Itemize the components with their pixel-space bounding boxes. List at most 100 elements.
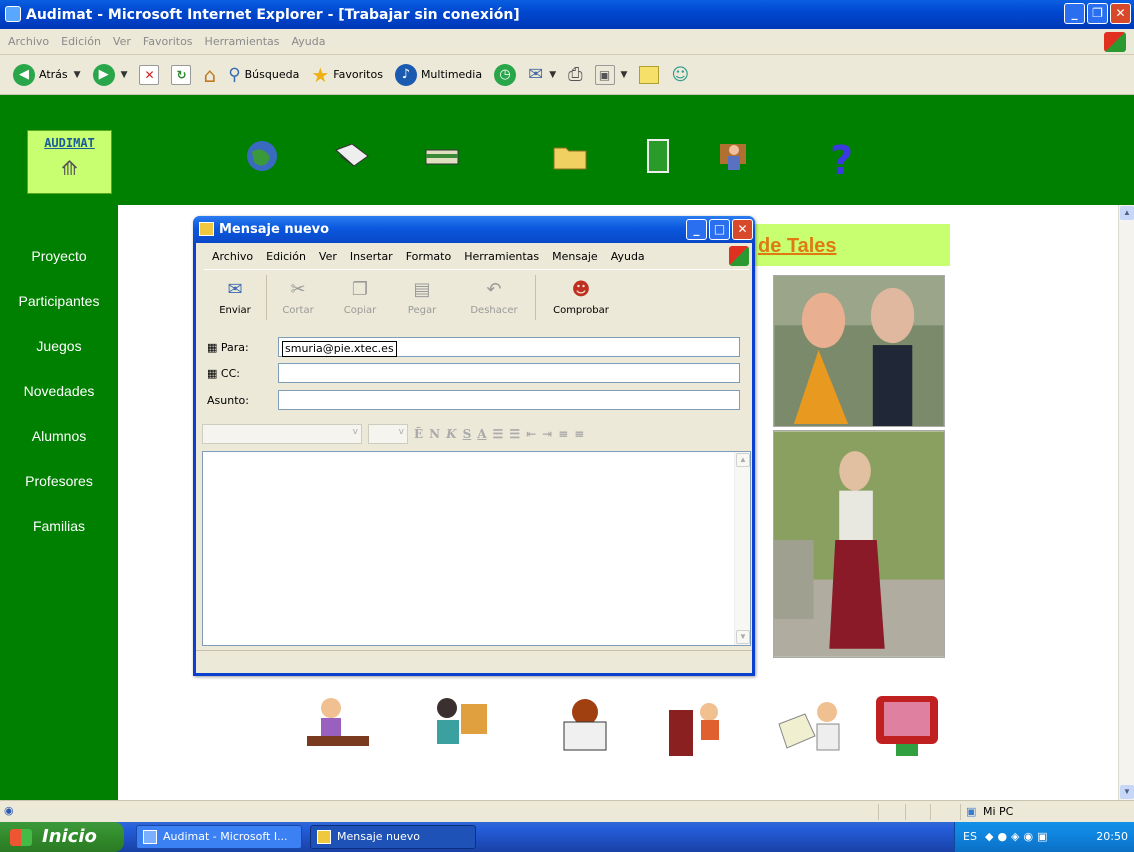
search-button[interactable]: ⚲ Búsqueda	[225, 60, 302, 90]
ie-menu-herramientas[interactable]: Herramientas	[205, 35, 280, 48]
check-names-button[interactable]: ☻ Comprobar	[536, 270, 626, 325]
ie-title-bar[interactable]: Audimat - Microsoft Internet Explorer - …	[0, 0, 1134, 29]
msg-menu-ver[interactable]: Ver	[319, 250, 337, 263]
book-icon[interactable]	[332, 136, 372, 176]
folder-icon[interactable]	[550, 136, 590, 176]
paragraph-style-icon[interactable]: Ē	[414, 427, 423, 441]
language-indicator[interactable]: ES	[963, 822, 977, 852]
tv-teacher-icon[interactable]	[872, 690, 942, 760]
message-body-scrollbar[interactable]: ▲ ▼	[734, 452, 750, 645]
ie-menu-ver[interactable]: Ver	[113, 35, 131, 48]
task-audimat[interactable]: Audimat - Microsoft I...	[136, 825, 302, 849]
media-button[interactable]: ♪ Multimedia	[392, 60, 485, 90]
laptop-kid-icon[interactable]	[550, 690, 620, 760]
nav-familias[interactable]: Familias	[0, 511, 118, 556]
message-close-button[interactable]: ✕	[732, 219, 753, 240]
message-minimize-button[interactable]: _	[686, 219, 707, 240]
decrease-indent-icon[interactable]: ⇤	[526, 427, 536, 441]
italic-icon[interactable]: K	[446, 427, 456, 441]
msg-menu-archivo[interactable]: Archivo	[212, 250, 253, 263]
msg-menu-herramientas[interactable]: Herramientas	[464, 250, 539, 263]
bullet-list-icon[interactable]: ☰	[509, 427, 520, 441]
home-button[interactable]: ⌂	[200, 60, 219, 90]
nav-novedades[interactable]: Novedades	[0, 376, 118, 421]
page-title[interactable]: de Tales	[754, 224, 950, 266]
scroll-up-icon[interactable]: ▲	[1120, 206, 1134, 220]
ie-menu-favoritos[interactable]: Favoritos	[143, 35, 193, 48]
forward-button[interactable]: ▶ ▼	[90, 60, 131, 90]
font-color-icon[interactable]: A	[477, 427, 486, 441]
msg-menu-mensaje[interactable]: Mensaje	[552, 250, 598, 263]
minimize-button[interactable]: _	[1064, 3, 1085, 24]
font-select[interactable]	[202, 424, 362, 444]
stop-button[interactable]: ✕	[136, 60, 162, 90]
task-mensaje-nuevo[interactable]: Mensaje nuevo	[310, 825, 476, 849]
msg-menu-formato[interactable]: Formato	[406, 250, 452, 263]
close-button[interactable]: ✕	[1110, 3, 1131, 24]
student-writing-icon[interactable]	[303, 690, 373, 760]
nav-profesores[interactable]: Profesores	[0, 466, 118, 511]
start-button[interactable]: Inicio	[0, 822, 124, 852]
paste-button[interactable]: ▤ Pegar	[391, 270, 453, 325]
ie-menu-edicion[interactable]: Edición	[61, 35, 101, 48]
msg-menu-ayuda[interactable]: Ayuda	[611, 250, 645, 263]
audimat-logo[interactable]: AUDIMAT ⟰	[27, 130, 112, 194]
mail-button[interactable]: ✉ ▼	[525, 60, 559, 90]
computer-user-icon[interactable]	[425, 690, 495, 760]
cut-button[interactable]: ✂ Cortar	[267, 270, 329, 325]
underline-icon[interactable]: S	[463, 427, 472, 441]
cc-field[interactable]	[278, 363, 740, 383]
refresh-button[interactable]: ↻	[168, 60, 194, 90]
help-icon[interactable]: ?	[826, 136, 860, 180]
message-status-bar	[196, 650, 752, 673]
discuss-button[interactable]	[636, 60, 662, 90]
align-center-icon[interactable]: ≡	[574, 427, 584, 441]
send-button[interactable]: ✉ Enviar	[204, 270, 266, 325]
messenger-button[interactable]: ☺	[668, 60, 692, 90]
globe-icon[interactable]	[242, 136, 282, 176]
ie-menu-archivo[interactable]: Archivo	[8, 35, 49, 48]
nav-alumnos[interactable]: Alumnos	[0, 421, 118, 466]
favorites-button[interactable]: ★ Favoritos	[308, 60, 386, 90]
print-button[interactable]: ⎙	[565, 60, 585, 90]
edit-button[interactable]: ▣ ▼	[592, 60, 631, 90]
scroll-down-icon[interactable]: ▼	[1120, 785, 1134, 799]
body-scroll-down-icon[interactable]: ▼	[736, 630, 750, 644]
reader-icon[interactable]	[775, 690, 845, 760]
svg-text:?: ?	[830, 138, 853, 180]
message-body[interactable]: ▲ ▼	[202, 451, 751, 646]
to-recipient[interactable]: smuria@pie.xtec.es	[282, 341, 397, 357]
back-arrow-icon: ◀	[13, 63, 35, 86]
page-scrollbar[interactable]: ▲ ▼	[1118, 205, 1134, 800]
nav-proyecto[interactable]: Proyecto	[0, 241, 118, 286]
history-button[interactable]: ◷	[491, 60, 519, 90]
message-title-bar[interactable]: Mensaje nuevo _ □ ✕	[193, 216, 755, 243]
increase-indent-icon[interactable]: ⇥	[542, 427, 552, 441]
message-maximize-button[interactable]: □	[709, 219, 730, 240]
body-scroll-up-icon[interactable]: ▲	[736, 453, 750, 467]
copy-button[interactable]: ❐ Copiar	[329, 270, 391, 325]
msg-menu-insertar[interactable]: Insertar	[350, 250, 393, 263]
undo-button[interactable]: ↶ Deshacer	[453, 270, 535, 325]
tray-icons[interactable]: ◆●◈◉▣	[985, 822, 1052, 852]
bold-icon[interactable]: N	[429, 427, 440, 441]
classroom-icon[interactable]	[714, 136, 754, 176]
mail-icon: ✉	[528, 64, 544, 85]
nav-juegos[interactable]: Juegos	[0, 331, 118, 376]
money-icon[interactable]	[422, 136, 462, 176]
status-panel	[930, 804, 931, 820]
ie-menu-ayuda[interactable]: Ayuda	[291, 35, 325, 48]
windows-logo-icon	[729, 246, 749, 266]
back-button[interactable]: ◀ Atrás ▼	[10, 60, 84, 90]
restore-button[interactable]: ❐	[1087, 3, 1108, 24]
size-select[interactable]	[368, 424, 408, 444]
bookshelf-kid-icon[interactable]	[665, 690, 735, 760]
to-field[interactable]: smuria@pie.xtec.es	[278, 337, 740, 357]
numbered-list-icon[interactable]: ☰	[493, 427, 504, 441]
align-left-icon[interactable]: ≡	[558, 427, 568, 441]
nav-participantes[interactable]: Participantes	[0, 286, 118, 331]
subject-field[interactable]	[278, 390, 740, 410]
door-icon[interactable]	[638, 136, 678, 176]
msg-menu-edicion[interactable]: Edición	[266, 250, 306, 263]
clock[interactable]: 20:50	[1096, 822, 1128, 852]
